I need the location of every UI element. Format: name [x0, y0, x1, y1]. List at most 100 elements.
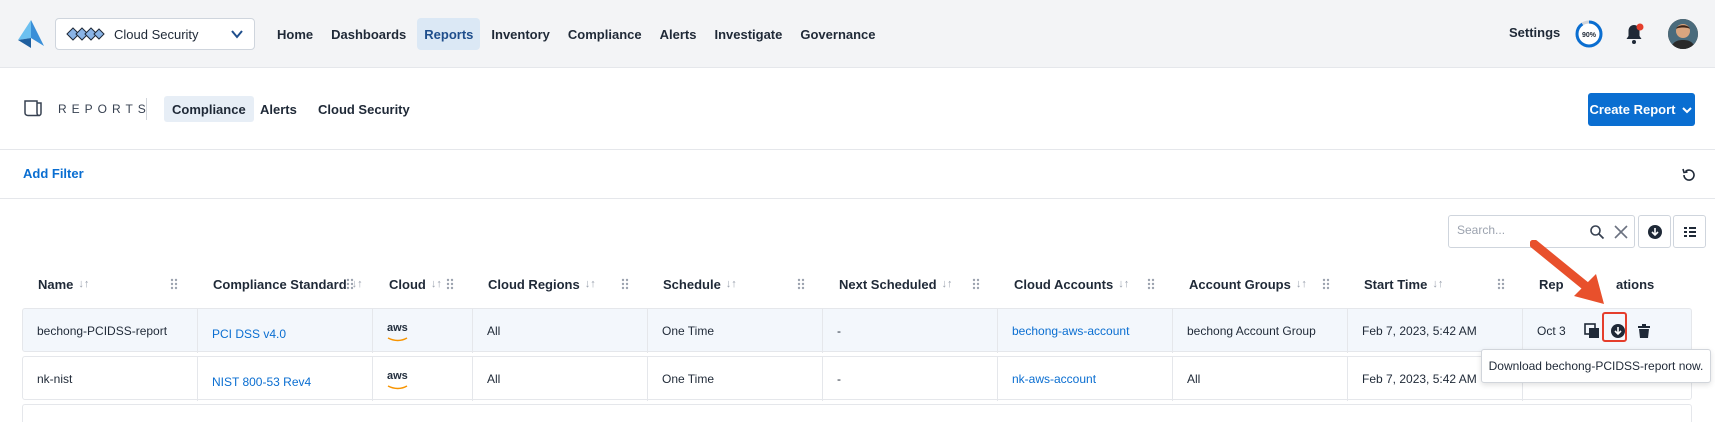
- column-header-cloud[interactable]: Cloud ↓↑: [389, 266, 442, 302]
- download-icon: [1647, 224, 1662, 239]
- tenant-name: Cloud Security: [114, 26, 199, 42]
- bell-icon[interactable]: [1622, 22, 1646, 46]
- avatar-image: [1668, 19, 1698, 49]
- page-title: REPORTS: [58, 102, 151, 116]
- download-tooltip: Download bechong-PCIDSS-report now.: [1481, 349, 1711, 383]
- tenant-selector[interactable]: Cloud Security: [55, 18, 255, 50]
- column-header-account-groups[interactable]: Account Groups ↓↑: [1189, 266, 1307, 302]
- table-row[interactable]: [22, 404, 1692, 422]
- column-label: Cloud: [389, 276, 426, 292]
- user-avatar[interactable]: [1668, 19, 1698, 49]
- settings-link[interactable]: Settings: [1509, 25, 1560, 40]
- table-row[interactable]: bechong-PCIDSS-report PCI DSS v4.0 aws A…: [22, 308, 1692, 353]
- drag-handle-icon[interactable]: [972, 278, 980, 290]
- cell-account-groups: bechong Account Group: [1173, 309, 1348, 353]
- column-label: Compliance Standard: [213, 276, 347, 292]
- tab-compliance[interactable]: Compliance: [164, 96, 254, 122]
- tab-cloud-security[interactable]: Cloud Security: [310, 96, 418, 122]
- aws-smile-icon: [387, 337, 408, 342]
- cell-next-scheduled: -: [823, 357, 998, 401]
- compliance-standard-link[interactable]: PCI DSS v4.0: [212, 327, 286, 341]
- drag-handle-icon[interactable]: [1147, 278, 1155, 290]
- cell-name: nk-nist: [23, 357, 198, 401]
- column-settings-button[interactable]: [1673, 215, 1706, 248]
- column-header-start-time[interactable]: Start Time ↓↑: [1364, 266, 1443, 302]
- cloud-account-link[interactable]: bechong-aws-account: [1012, 324, 1129, 338]
- column-header-next-scheduled[interactable]: Next Scheduled ↓↑: [839, 266, 953, 302]
- cell-name: bechong-PCIDSS-report: [23, 309, 198, 353]
- cell-cloud-accounts: bechong-aws-account: [998, 309, 1173, 353]
- top-navigation-bar: Cloud Security Home Dashboards Reports I…: [0, 0, 1715, 68]
- sort-icon[interactable]: ↓↑: [1118, 278, 1129, 290]
- search-input[interactable]: [1457, 223, 1577, 237]
- column-label: Cloud Regions: [488, 276, 580, 292]
- column-header-name[interactable]: Name ↓↑: [38, 266, 89, 302]
- aws-icon: aws: [387, 370, 408, 390]
- add-filter-button[interactable]: Add Filter: [23, 166, 84, 181]
- cell-cloud-accounts: nk-aws-account: [998, 357, 1173, 401]
- cell-next-scheduled: -: [823, 309, 998, 353]
- annotation-arrow: [1530, 240, 1604, 304]
- nav-reports[interactable]: Reports: [417, 18, 481, 50]
- aws-icon: aws: [387, 322, 408, 342]
- trash-icon[interactable]: [1636, 323, 1652, 339]
- search-icon[interactable]: [1589, 224, 1605, 240]
- copy-icon[interactable]: [1584, 323, 1600, 339]
- header-divider: [146, 98, 147, 120]
- reports-header: REPORTS Compliance Alerts Cloud Security…: [0, 68, 1715, 150]
- download-all-button[interactable]: [1638, 215, 1671, 248]
- nav-alerts[interactable]: Alerts: [653, 18, 704, 50]
- nav-home[interactable]: Home: [270, 18, 320, 50]
- aws-label: aws: [387, 322, 408, 334]
- compliance-standard-link[interactable]: NIST 800-53 Rev4: [212, 375, 311, 389]
- nav-inventory[interactable]: Inventory: [484, 18, 557, 50]
- cell-account-groups: All: [1173, 357, 1348, 401]
- sort-icon[interactable]: ↓↑: [1432, 278, 1443, 290]
- cell-report: Oct 3: [1537, 324, 1566, 338]
- column-label: Name: [38, 276, 74, 292]
- cloud-account-link[interactable]: nk-aws-account: [1012, 372, 1096, 386]
- sort-icon[interactable]: ↓↑: [1296, 278, 1307, 290]
- drag-handle-icon[interactable]: [346, 278, 354, 290]
- onboarding-progress-ring[interactable]: 90%: [1574, 19, 1604, 49]
- nav-investigate[interactable]: Investigate: [707, 18, 789, 50]
- column-header-cloud-accounts[interactable]: Cloud Accounts ↓↑: [1014, 266, 1129, 302]
- tab-alerts[interactable]: Alerts: [252, 96, 305, 122]
- download-highlight-box: [1602, 312, 1627, 342]
- table-header: Name ↓↑ Compliance Standard ↓↑ Cloud ↓↑ Clo…: [22, 266, 1692, 302]
- column-header-schedule[interactable]: Schedule ↓↑: [663, 266, 737, 302]
- column-label: Start Time: [1364, 276, 1428, 292]
- cell-start-time: Feb 7, 2023, 5:42 AM: [1348, 309, 1523, 353]
- sort-icon[interactable]: ↓↑: [585, 278, 596, 290]
- sort-icon[interactable]: ↓↑: [431, 278, 442, 290]
- drag-handle-icon[interactable]: [1497, 278, 1505, 290]
- reset-icon[interactable]: [1680, 166, 1698, 184]
- reports-icon: [24, 100, 42, 117]
- sort-icon[interactable]: ↓↑: [942, 278, 953, 290]
- column-header-compliance-standard[interactable]: Compliance Standard ↓↑: [213, 266, 363, 302]
- sort-icon[interactable]: ↓↑: [78, 278, 89, 290]
- tenant-logo-icon: [66, 27, 105, 41]
- table-row[interactable]: nk-nist NIST 800-53 Rev4 aws All One Tim…: [22, 356, 1692, 401]
- close-icon[interactable]: [1613, 224, 1629, 240]
- column-header-cloud-regions[interactable]: Cloud Regions ↓↑: [488, 266, 596, 302]
- app-logo-icon[interactable]: [18, 20, 44, 48]
- nav-dashboards[interactable]: Dashboards: [324, 18, 413, 50]
- drag-handle-icon[interactable]: [621, 278, 629, 290]
- cell-schedule: One Time: [648, 309, 823, 353]
- nav-compliance[interactable]: Compliance: [561, 18, 649, 50]
- drag-handle-icon[interactable]: [1322, 278, 1330, 290]
- column-label: Cloud Accounts: [1014, 276, 1114, 292]
- drag-handle-icon[interactable]: [170, 278, 178, 290]
- drag-handle-icon[interactable]: [446, 278, 454, 290]
- drag-handle-icon[interactable]: [797, 278, 805, 290]
- chevron-down-icon: [231, 30, 243, 39]
- cell-cloud: aws: [373, 309, 473, 353]
- cell-schedule: One Time: [648, 357, 823, 401]
- filter-bar: Add Filter: [0, 150, 1715, 199]
- cell-cloud-regions: All: [473, 357, 648, 401]
- column-label: Schedule: [663, 276, 721, 292]
- nav-governance[interactable]: Governance: [793, 18, 882, 50]
- sort-icon[interactable]: ↓↑: [726, 278, 737, 290]
- create-report-button[interactable]: Create Report: [1588, 93, 1695, 126]
